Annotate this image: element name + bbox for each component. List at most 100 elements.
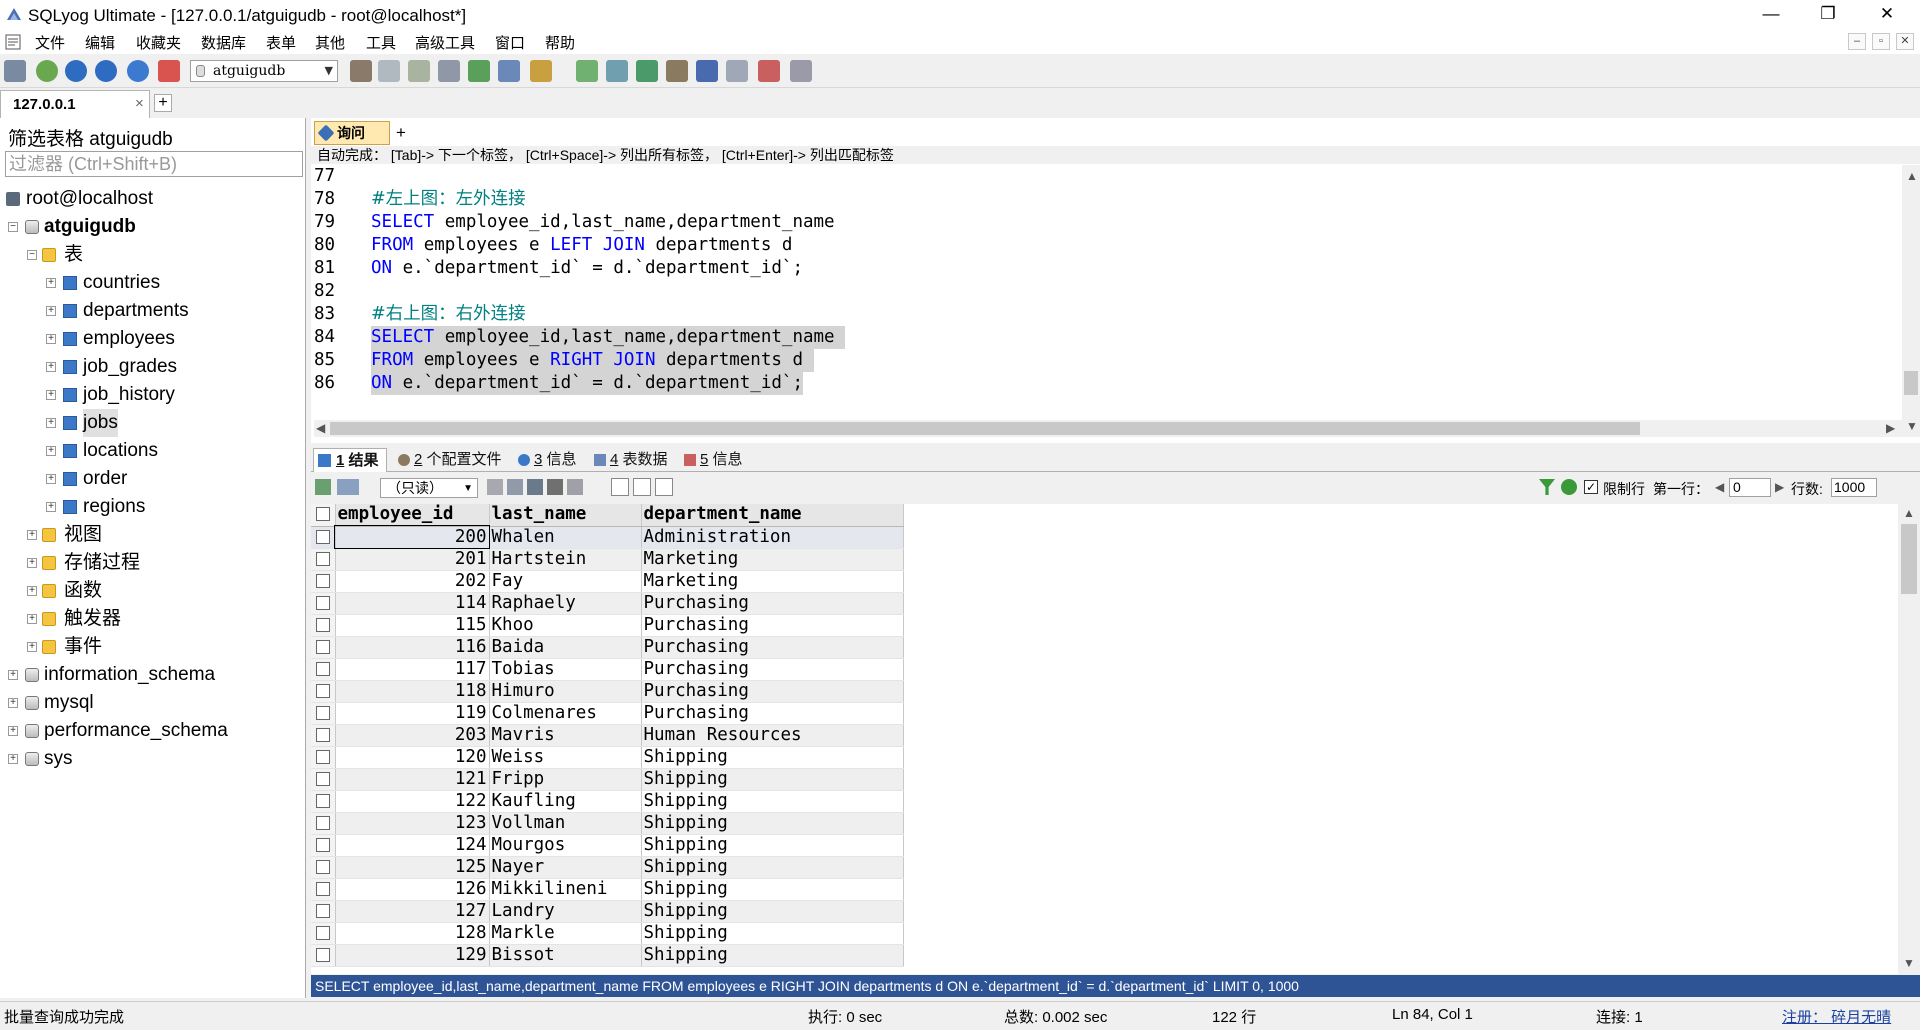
table-row[interactable]: 120 Weiss Shipping xyxy=(311,746,904,769)
menu-database[interactable]: 数据库 xyxy=(201,32,246,53)
code-line-85[interactable]: FROM employees e RIGHT JOIN departments … xyxy=(371,349,814,372)
insert-row-icon[interactable] xyxy=(487,479,503,495)
scrollbar-thumb[interactable] xyxy=(1901,524,1917,594)
code-line-84[interactable]: SELECT employee_id,last_name,department_… xyxy=(371,326,846,349)
cell-employee-id[interactable]: 122 xyxy=(335,790,490,813)
table-row[interactable]: 200 Whalen Administration xyxy=(311,525,904,549)
cell-department-name[interactable]: Purchasing xyxy=(641,592,904,615)
tree-db-atguigudb[interactable]: − atguigudb xyxy=(0,213,300,241)
cell-employee-id[interactable]: 121 xyxy=(335,768,490,791)
tab-profile[interactable]: 2 个配置文件 xyxy=(396,448,502,472)
backup-icon[interactable] xyxy=(378,60,400,82)
table-row[interactable]: 114 Raphaely Purchasing xyxy=(311,592,904,615)
code-line-78[interactable]: #左上图：左外连接 xyxy=(371,188,526,211)
tree-table-locations[interactable]: + locations xyxy=(0,437,300,465)
cell-employee-id[interactable]: 116 xyxy=(335,636,490,659)
cell-last-name[interactable]: Landry xyxy=(489,900,642,923)
tree-folder-3[interactable]: + 触发器 xyxy=(0,605,300,633)
grid-vertical-scrollbar[interactable]: ▲ ▼ xyxy=(1898,504,1920,974)
tree-db-information-schema[interactable]: + information_schema xyxy=(0,661,300,689)
editor-vertical-scrollbar[interactable]: ▲ ▼ xyxy=(1902,165,1920,437)
mdi-minimize-button[interactable]: – xyxy=(1848,33,1866,50)
code-line-83[interactable]: #右上图：右外连接 xyxy=(371,303,526,326)
tree-table-order[interactable]: + order xyxy=(0,465,300,493)
scrollbar-thumb[interactable] xyxy=(1904,371,1918,395)
expand-icon[interactable]: + xyxy=(46,334,56,344)
cell-last-name[interactable]: Nayer xyxy=(489,856,642,879)
grid-icon[interactable] xyxy=(790,60,812,82)
row-checkbox[interactable] xyxy=(311,790,336,813)
scrollbar-thumb[interactable] xyxy=(330,422,1640,435)
cell-employee-id[interactable]: 128 xyxy=(335,922,490,945)
cell-last-name[interactable]: Fay xyxy=(489,570,642,593)
tree-db-sys[interactable]: + sys xyxy=(0,745,300,773)
maximize-button[interactable]: ❐ xyxy=(1805,0,1851,30)
cell-last-name[interactable]: Mavris xyxy=(489,724,642,747)
row-checkbox[interactable] xyxy=(311,856,336,879)
cell-employee-id[interactable]: 203 xyxy=(335,724,490,747)
cell-employee-id[interactable]: 201 xyxy=(335,548,490,571)
export-result-icon[interactable] xyxy=(315,479,331,495)
tree-table-job-grades[interactable]: + job_grades xyxy=(0,353,300,381)
expand-icon[interactable]: + xyxy=(46,278,56,288)
report-icon[interactable] xyxy=(726,60,748,82)
cancel-icon[interactable] xyxy=(567,479,583,495)
menu-file[interactable]: 文件 xyxy=(35,32,65,53)
connection-tab[interactable]: 127.0.0.1 × xyxy=(0,90,150,118)
cell-department-name[interactable]: Marketing xyxy=(641,570,904,593)
cell-last-name[interactable]: Mourgos xyxy=(489,834,642,857)
cell-last-name[interactable]: Colmenares xyxy=(489,702,642,725)
table-row[interactable]: 125 Nayer Shipping xyxy=(311,856,904,879)
scheduler-icon[interactable] xyxy=(666,60,688,82)
database-select[interactable]: atguigudb ▼ xyxy=(190,60,338,82)
cell-employee-id[interactable]: 127 xyxy=(335,900,490,923)
close-tab-icon[interactable]: × xyxy=(135,95,144,112)
cell-department-name[interactable]: Shipping xyxy=(641,878,904,901)
cell-department-name[interactable]: Shipping xyxy=(641,834,904,857)
collapse-icon[interactable]: − xyxy=(8,222,18,232)
rows-input[interactable]: 1000 xyxy=(1831,478,1877,497)
expand-icon[interactable]: + xyxy=(8,670,18,680)
cell-last-name[interactable]: Raphaely xyxy=(489,592,642,615)
table-row[interactable]: 115 Khoo Purchasing xyxy=(311,614,904,637)
cell-last-name[interactable]: Weiss xyxy=(489,746,642,769)
close-window-button[interactable]: ✕ xyxy=(1864,0,1910,30)
row-checkbox[interactable] xyxy=(311,526,336,549)
cell-employee-id[interactable]: 117 xyxy=(335,658,490,681)
row-checkbox[interactable] xyxy=(311,944,336,967)
minimize-button[interactable]: — xyxy=(1748,0,1794,30)
select-all-checkbox[interactable] xyxy=(311,504,336,527)
row-checkbox[interactable] xyxy=(311,548,336,571)
tree-db-mysql[interactable]: + mysql xyxy=(0,689,300,717)
row-checkbox[interactable] xyxy=(311,812,336,835)
refresh-icon[interactable] xyxy=(127,60,149,82)
cell-department-name[interactable]: Purchasing xyxy=(641,636,904,659)
row-checkbox[interactable] xyxy=(311,878,336,901)
cell-employee-id[interactable]: 129 xyxy=(335,944,490,967)
row-checkbox[interactable] xyxy=(311,768,336,791)
cell-department-name[interactable]: Purchasing xyxy=(641,614,904,637)
menu-favorites[interactable]: 收藏夹 xyxy=(136,32,181,53)
user-manager-icon[interactable] xyxy=(350,60,372,82)
tree-folder-0[interactable]: + 视图 xyxy=(0,521,300,549)
copy-menu-icon[interactable] xyxy=(337,479,359,495)
export-icon[interactable] xyxy=(438,60,460,82)
cell-department-name[interactable]: Shipping xyxy=(641,768,904,791)
row-checkbox[interactable] xyxy=(311,922,336,945)
table-row[interactable]: 202 Fay Marketing xyxy=(311,570,904,593)
expand-icon[interactable]: + xyxy=(46,418,56,428)
collapse-icon[interactable]: − xyxy=(27,250,37,260)
table-row[interactable]: 118 Himuro Purchasing xyxy=(311,680,904,703)
row-checkbox[interactable] xyxy=(311,746,336,769)
column-header[interactable]: employee_id xyxy=(335,504,490,527)
tab-table-data[interactable]: 4 表数据 xyxy=(592,448,668,472)
cell-employee-id[interactable]: 114 xyxy=(335,592,490,615)
add-connection-tab-button[interactable]: + xyxy=(154,94,172,112)
column-header[interactable]: department_name xyxy=(641,504,904,527)
table-row[interactable]: 117 Tobias Purchasing xyxy=(311,658,904,681)
cell-last-name[interactable]: Khoo xyxy=(489,614,642,637)
grid-view-icon[interactable] xyxy=(611,478,629,496)
cell-department-name[interactable]: Shipping xyxy=(641,746,904,769)
tab-info[interactable]: 5 信息 xyxy=(682,448,743,472)
expand-icon[interactable]: + xyxy=(46,474,56,484)
